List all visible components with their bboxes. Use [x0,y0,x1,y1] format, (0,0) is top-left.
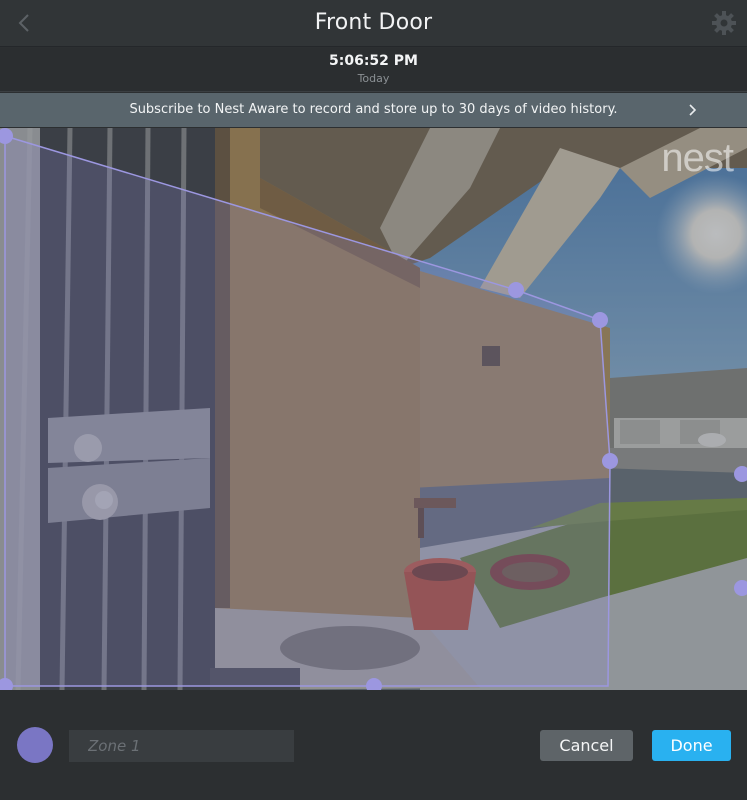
current-date: Today [357,72,390,85]
done-button[interactable]: Done [652,730,731,761]
current-time: 5:06:52 PM [329,53,418,69]
camera-view[interactable]: nest [0,128,747,690]
gear-icon [712,11,736,35]
nest-logo: nest [661,136,734,180]
header-bar: Front Door [0,0,747,47]
banner-text: Subscribe to Nest Aware to record and st… [129,102,618,117]
timestamp-bar: 5:06:52 PM Today [0,48,747,92]
nest-aware-banner[interactable]: Subscribe to Nest Aware to record and st… [0,93,747,127]
settings-button[interactable] [711,10,737,36]
zone-editor-footer: Cancel Done [0,690,747,800]
zone-name-input[interactable] [69,730,294,762]
page-title: Front Door [314,10,433,35]
cancel-button[interactable]: Cancel [540,730,633,761]
chevron-right-icon [689,104,697,116]
zone-color-swatch[interactable] [17,727,53,763]
camera-snapshot [0,128,747,690]
